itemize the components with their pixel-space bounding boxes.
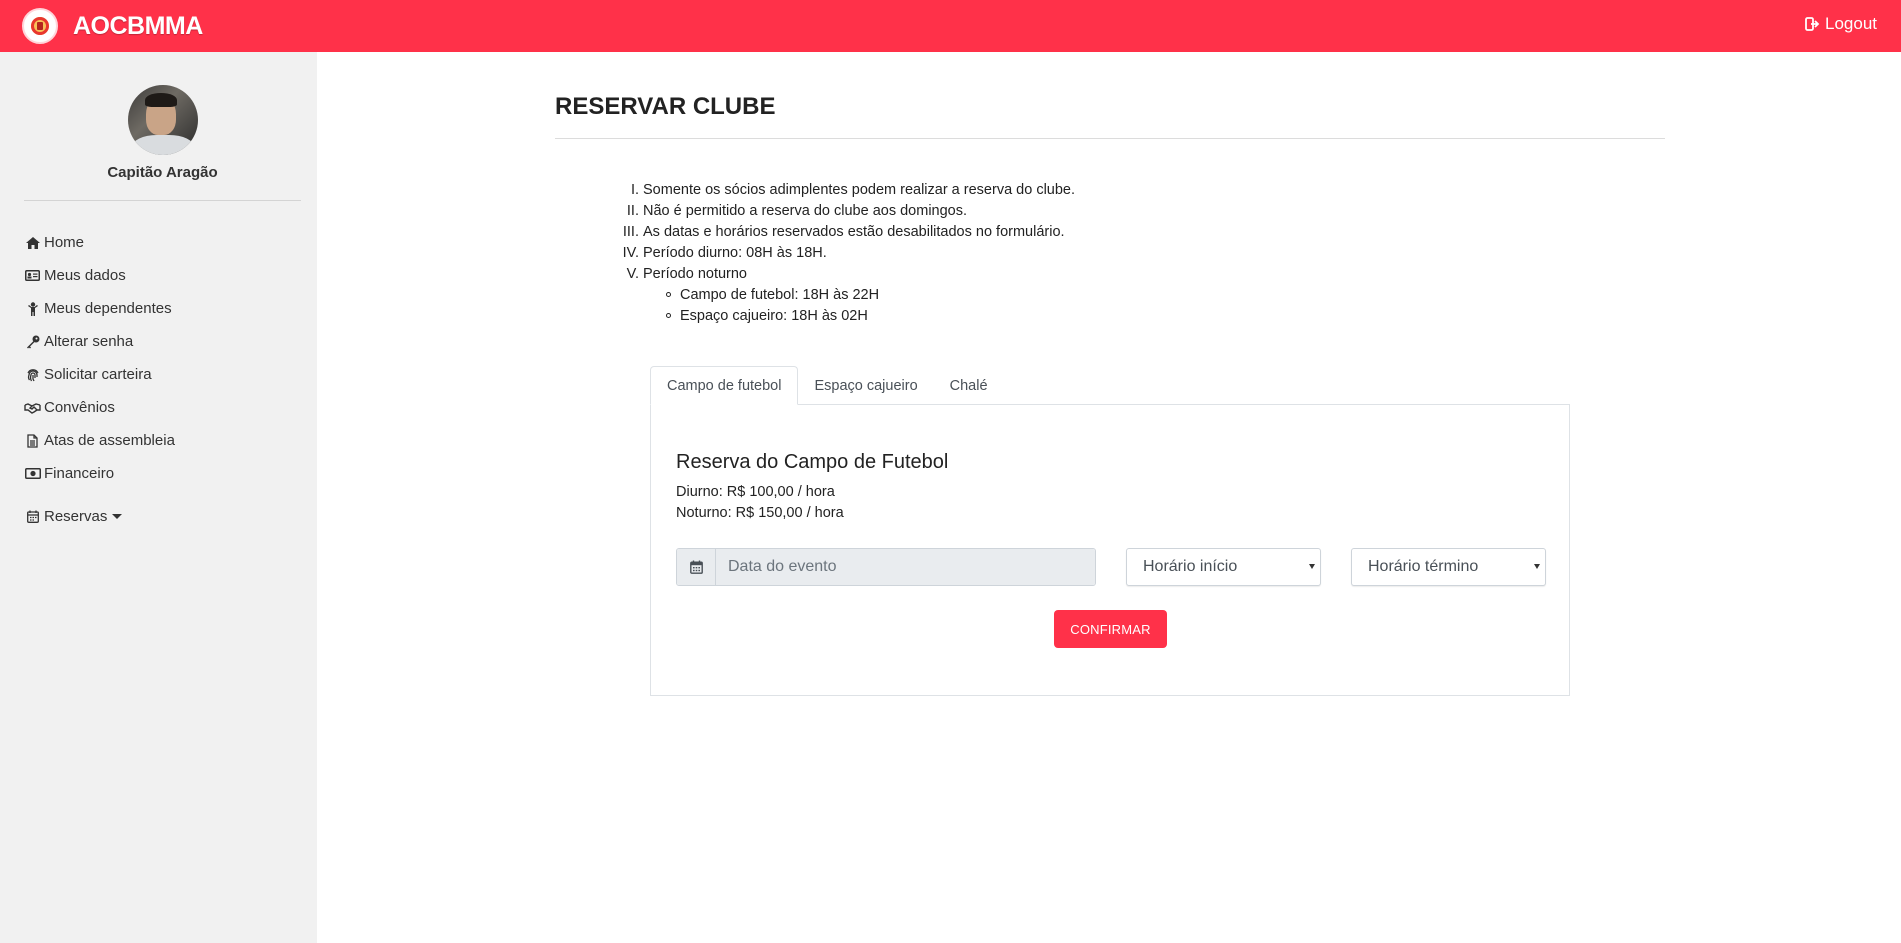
user-name: Capitão Aragão: [107, 164, 218, 181]
price-night: Noturno: R$ 150,00 / hora: [676, 505, 844, 521]
sidebar-divider: [24, 200, 301, 201]
sidebar-item-home[interactable]: Home: [24, 226, 175, 259]
top-navbar: AOCBMMA Logout: [0, 0, 1901, 52]
brand-name: AOCBMMA: [73, 11, 203, 40]
rule-number: IV.: [622, 244, 639, 261]
sidebar-item-label: Financeiro: [44, 465, 115, 482]
sub-rule-item: Espaço cajueiro: 18H às 02H: [600, 305, 1075, 326]
avatar: [128, 85, 198, 155]
rule-text: Não é permitido a reserva do clube aos d…: [643, 202, 968, 219]
sidebar-item-label: Reservas: [44, 508, 108, 525]
rule-number: II.: [626, 202, 639, 219]
calendar-icon[interactable]: [677, 549, 716, 585]
reservation-panel: Reserva do Campo de Futebol Diurno: R$ 1…: [650, 404, 1570, 696]
sub-rule-text: Espaço cajueiro: 18H às 02H: [680, 307, 868, 324]
chevron-down-icon: [1309, 564, 1315, 569]
sidebar-item-label: Alterar senha: [44, 333, 134, 350]
rule-number: V.: [626, 265, 639, 282]
chevron-down-icon: [1534, 564, 1540, 569]
bullet-icon: [666, 292, 671, 297]
money-bill-icon: [24, 468, 41, 479]
sidebar-item-label: Home: [44, 234, 85, 251]
rule-item: IV. Período diurno: 08H às 18H.: [600, 242, 1075, 263]
sidebar-item-label: Solicitar carteira: [44, 366, 152, 383]
panel-title: Reserva do Campo de Futebol: [676, 451, 949, 473]
rule-item: II. Não é permitido a reserva do clube a…: [600, 200, 1075, 221]
rule-item: III. As datas e horários reservados estã…: [600, 221, 1075, 242]
handshake-icon: [24, 402, 41, 414]
sidebar-nav: Home Meus dados Meus dependentes Alterar…: [24, 226, 175, 533]
rule-text: Período diurno: 08H às 18H.: [643, 244, 827, 261]
document-icon: [24, 433, 41, 448]
calendar-icon: [24, 510, 41, 523]
price-day: Diurno: R$ 100,00 / hora: [676, 484, 835, 500]
rule-text: Período noturno: [643, 265, 747, 282]
page-title: RESERVAR CLUBE: [555, 93, 776, 120]
logout-link[interactable]: Logout: [1805, 14, 1877, 34]
rule-item: V. Período noturno: [600, 263, 1075, 284]
sidebar-item-meus-dados[interactable]: Meus dados: [24, 259, 175, 292]
key-icon: [24, 335, 41, 349]
end-time-value: Horário término: [1368, 558, 1479, 575]
sidebar-item-solicitar-carteira[interactable]: Solicitar carteira: [24, 358, 175, 391]
club-emblem-icon: [22, 8, 58, 44]
sub-rule-text: Campo de futebol: 18H às 22H: [680, 286, 880, 303]
sub-rule-item: Campo de futebol: 18H às 22H: [600, 284, 1075, 305]
sidebar-item-alterar-senha[interactable]: Alterar senha: [24, 325, 175, 358]
rule-number: I.: [630, 181, 639, 198]
rule-number: III.: [622, 223, 639, 240]
caret-down-icon: [112, 514, 123, 519]
sidebar-item-convenios[interactable]: Convênios: [24, 391, 175, 424]
facility-tabs: Campo de futebol Espaço cajueiro Chalé: [650, 366, 1004, 405]
rules-list: I. Somente os sócios adimplentes podem r…: [600, 179, 1075, 326]
rule-text: As datas e horários reservados estão des…: [643, 223, 1065, 240]
fingerprint-icon: [24, 368, 41, 382]
start-time-value: Horário início: [1143, 558, 1238, 575]
sidebar-item-atas-de-assembleia[interactable]: Atas de assembleia: [24, 424, 175, 457]
rule-item: I. Somente os sócios adimplentes podem r…: [600, 179, 1075, 200]
logout-label: Logout: [1825, 14, 1877, 33]
sidebar: Capitão Aragão Home Meus dados Meus depe…: [0, 52, 317, 943]
tab-chale[interactable]: Chalé: [934, 366, 1004, 405]
sidebar-item-label: Atas de assembleia: [44, 432, 175, 449]
event-date-input[interactable]: [716, 549, 1095, 585]
sidebar-item-reservas[interactable]: Reservas: [24, 500, 175, 533]
end-time-select[interactable]: Horário término: [1351, 548, 1546, 586]
id-card-icon: [24, 270, 41, 281]
sidebar-item-label: Convênios: [44, 399, 115, 416]
sidebar-item-label: Meus dados: [44, 267, 126, 284]
sidebar-item-label: Meus dependentes: [44, 300, 172, 317]
event-date-group: [676, 548, 1096, 586]
home-icon: [24, 236, 41, 249]
sidebar-item-financeiro[interactable]: Financeiro: [24, 457, 175, 490]
sign-out-icon: [1805, 17, 1820, 31]
sidebar-item-meus-dependentes[interactable]: Meus dependentes: [24, 292, 175, 325]
bullet-icon: [666, 313, 671, 318]
tab-campo-de-futebol[interactable]: Campo de futebol: [650, 366, 799, 405]
rule-text: Somente os sócios adimplentes podem real…: [643, 181, 1076, 198]
child-icon: [24, 301, 41, 316]
confirm-button[interactable]: CONFIRMAR: [1054, 610, 1167, 648]
tab-espaco-cajueiro[interactable]: Espaço cajueiro: [798, 366, 933, 405]
title-divider: [555, 138, 1665, 139]
start-time-select[interactable]: Horário início: [1126, 548, 1321, 586]
brand[interactable]: AOCBMMA: [22, 8, 203, 44]
